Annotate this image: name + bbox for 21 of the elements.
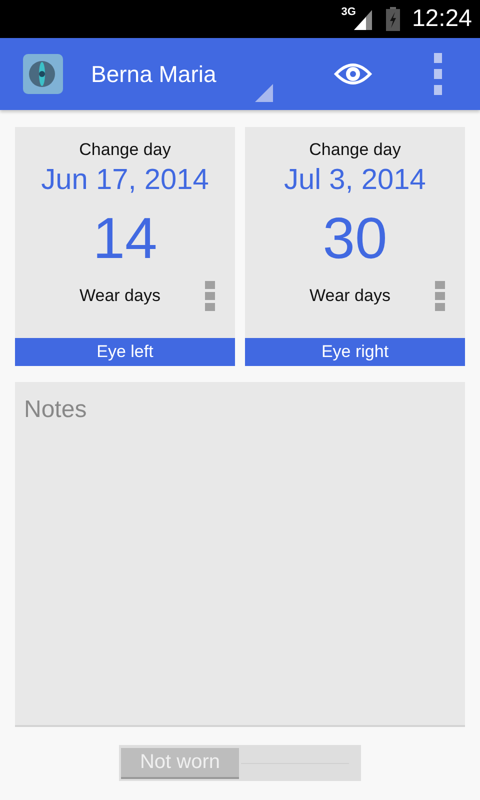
card-heading: Change day xyxy=(79,140,171,160)
change-date[interactable]: Jul 3, 2014 xyxy=(284,164,426,197)
notes-field[interactable]: Notes xyxy=(15,382,465,727)
change-date[interactable]: Jun 17, 2014 xyxy=(41,164,209,197)
clock: 12:24 xyxy=(412,5,472,33)
card-heading: Change day xyxy=(309,140,401,160)
eye-label: Eye right xyxy=(245,338,465,366)
profile-dropdown[interactable]: Berna Maria xyxy=(91,46,273,102)
overflow-menu-icon[interactable] xyxy=(435,281,445,311)
eye-icon[interactable] xyxy=(334,62,372,86)
app-logo-icon[interactable] xyxy=(23,54,63,94)
battery-icon xyxy=(386,7,400,31)
overflow-menu-icon[interactable] xyxy=(205,281,215,311)
network-type: 3G xyxy=(341,6,356,18)
overflow-menu-icon[interactable] xyxy=(434,53,442,95)
wear-days-label: Wear days xyxy=(78,286,162,306)
wear-days-count: 14 xyxy=(92,205,158,272)
dropdown-corner-icon xyxy=(255,84,273,102)
wear-days-label: Wear days xyxy=(308,286,392,306)
wear-days-count: 30 xyxy=(322,205,388,272)
eye-label: Eye left xyxy=(15,338,235,366)
